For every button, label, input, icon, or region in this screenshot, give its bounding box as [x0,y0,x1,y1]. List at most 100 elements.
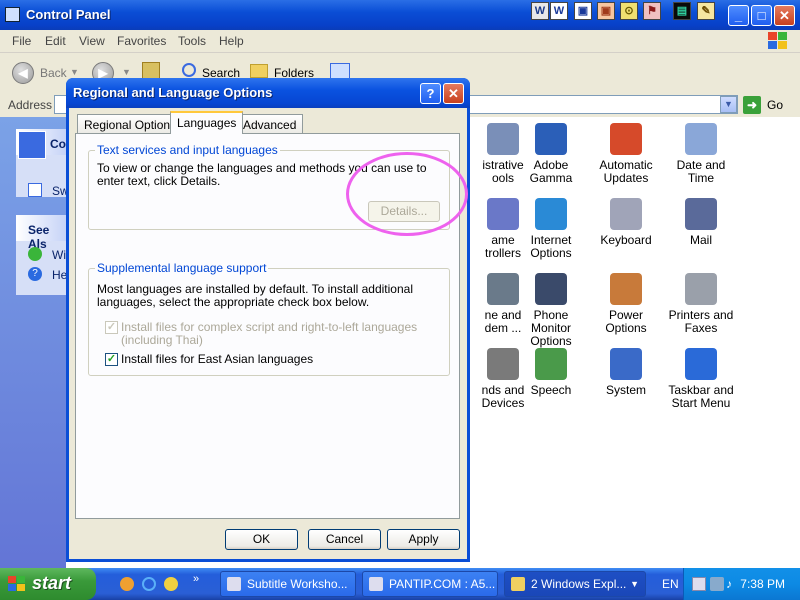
keyboard-icon [610,198,642,230]
tab-advanced[interactable]: Advanced [236,114,304,133]
forward-dropdown-icon[interactable]: ▼ [122,67,131,77]
volume-icon[interactable]: ♪ [726,577,740,591]
cp-item-mail[interactable]: Mail [662,198,740,247]
menu-tools[interactable]: Tools [178,34,206,48]
menu-favorites[interactable]: Favorites [117,34,166,48]
media-quicklaunch-icon[interactable] [164,577,178,591]
cp-item-date-and-time[interactable]: Date and Time [662,123,740,185]
back-arrow-icon[interactable]: ◀ [12,62,34,84]
taskbar-icon [685,348,717,380]
word-icon-2[interactable]: ▣ [574,2,592,20]
text-services-group-title: Text services and input languages [95,143,280,157]
group-dropdown-icon: ▼ [630,579,639,589]
cp-item-phone-monitor-options[interactable]: Phone Monitor Options [512,273,590,348]
language-indicator[interactable]: EN [662,577,679,591]
cp-item-adobe-gamma[interactable]: Adobe Gamma [512,123,590,185]
network-tray-icon[interactable] [692,577,706,591]
switch-view-icon[interactable] [28,183,42,197]
phone-icon [535,273,567,305]
cp-item-automatic-updates[interactable]: Automatic Updates [587,123,665,185]
complex-script-label: Install files for complex script and rig… [121,320,418,347]
dialog-help-button[interactable]: ? [420,83,441,104]
regional-language-dialog: Regional and Language Options ? ✕ Region… [66,78,470,562]
clock[interactable]: 7:38 PM [740,577,785,591]
menu-file[interactable]: File [12,34,31,48]
internet-explorer-quicklaunch-icon[interactable] [142,577,156,591]
supplemental-language-group: Supplemental language support Most langu… [88,261,450,376]
supplemental-description: Most languages are installed by default.… [97,282,413,309]
maximize-button[interactable]: □ [751,5,772,26]
cp-item-taskbar-and-start-menu[interactable]: Taskbar and Start Menu [662,348,740,410]
folder-icon [511,577,525,591]
app-icon-6[interactable]: ▤ [673,2,691,20]
address-label: Address [8,98,53,112]
search-icon[interactable] [182,63,196,77]
windows-logo-icon [768,32,788,50]
mail-icon [685,198,717,230]
cp-item-power-options[interactable]: Power Options [587,273,665,335]
display-tray-icon[interactable] [710,577,724,591]
cp-item-printers-and-faxes[interactable]: Printers and Faxes [662,273,740,335]
word-icon[interactable]: W [550,2,568,20]
quicklaunch-icon-1[interactable]: W [531,2,549,20]
app-icon-4[interactable]: ⊙ [620,2,638,20]
left-task-pane: Con Sw See Als Wi ? He [0,117,73,568]
control-panel-app-icon[interactable] [5,7,20,22]
dialog-close-button[interactable]: ✕ [443,83,464,104]
go-button[interactable]: ➜ Go [743,96,793,114]
apply-button[interactable]: Apply [387,529,460,550]
control-panel-box: Con Sw [16,129,73,198]
windows-logo-icon [8,576,26,592]
back-dropdown-icon[interactable]: ▼ [70,67,79,77]
cp-item-system[interactable]: System [587,348,665,397]
menu-edit[interactable]: Edit [45,34,66,48]
subtitle-workshop-icon [227,577,241,591]
power-icon [610,273,642,305]
menu-view[interactable]: View [79,34,105,48]
windows-update-icon[interactable] [28,247,42,261]
back-button-label[interactable]: Back [40,66,67,80]
task-subtitle-workshop[interactable]: Subtitle Worksho... [220,571,356,597]
tab-regional-options[interactable]: Regional Options [77,114,184,133]
firefox-quicklaunch-icon[interactable] [120,577,134,591]
control-panel-icon [18,131,46,159]
windows-flag-icon [610,123,642,155]
close-button[interactable]: ✕ [774,5,795,26]
windows-update-link[interactable]: Wi [52,248,66,262]
window-title: Control Panel [26,7,111,22]
menu-bar: File Edit View Favorites Tools Help [0,30,800,53]
supplemental-group-title: Supplemental language support [95,261,269,275]
globe-icon [535,198,567,230]
app-icon-5[interactable]: ⚑ [643,2,661,20]
taskbar: start » Subtitle Worksho... PANTIP.COM :… [0,568,800,600]
task-pantip[interactable]: PANTIP.COM : A5... [362,571,498,597]
address-dropdown-icon[interactable]: ▼ [720,96,737,113]
quicklaunch-expand-icon[interactable]: » [193,573,199,585]
app-icon-7[interactable]: ✎ [697,2,715,20]
cancel-button[interactable]: Cancel [308,529,381,550]
printer-icon [685,273,717,305]
speech-icon [535,348,567,380]
cp-item-keyboard[interactable]: Keyboard [587,198,665,247]
ok-button[interactable]: OK [225,529,298,550]
clock-icon [685,123,717,155]
east-asian-checkbox[interactable]: ✓ [105,353,118,366]
folders-icon[interactable] [250,64,268,78]
complex-script-checkbox[interactable]: ✓ [105,321,118,334]
cp-item-internet-options[interactable]: Internet Options [512,198,590,260]
see-also-box: See Als Wi ? He [16,215,67,295]
control-panel-title-bar[interactable]: Control Panel W W ▣ ▣ ⊙ ⚑ ▤ ✎ _ □ ✕ [0,0,800,30]
help-icon[interactable]: ? [28,267,42,281]
start-button[interactable]: start [0,568,96,600]
go-arrow-icon: ➜ [743,96,761,114]
tab-languages[interactable]: Languages [170,111,244,134]
east-asian-label: Install files for East Asian languages [121,352,314,366]
minimize-button[interactable]: _ [728,5,749,26]
cp-item-speech[interactable]: Speech [512,348,590,397]
system-icon [610,348,642,380]
see-also-title: See Als [16,215,66,251]
task-windows-explorer-group[interactable]: 2 Windows Expl... ▼ [504,571,646,597]
menu-help[interactable]: Help [219,34,244,48]
app-icon-3[interactable]: ▣ [597,2,615,20]
dialog-title-bar[interactable]: Regional and Language Options ? ✕ [66,78,470,108]
